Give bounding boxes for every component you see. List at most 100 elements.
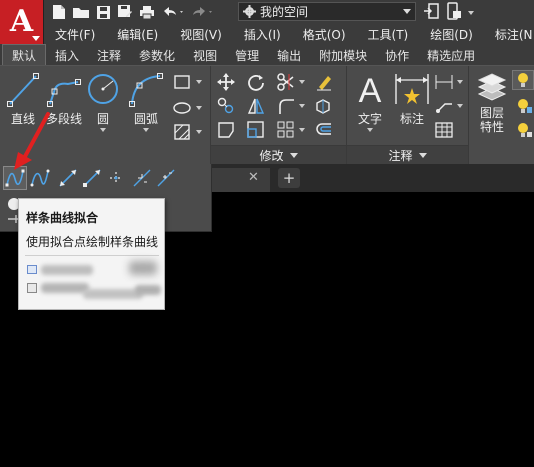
modify-panel-title[interactable]: 修改 — [211, 145, 346, 164]
chevron-down-icon[interactable] — [299, 80, 305, 84]
move-tool[interactable] — [216, 72, 236, 92]
layer-properties-button[interactable]: 图层 特性 — [474, 70, 510, 134]
redo-icon[interactable] — [190, 3, 216, 21]
chevron-down-icon — [418, 152, 427, 158]
gear-icon — [243, 5, 256, 18]
layer-freeze-toggle[interactable] — [514, 96, 534, 116]
dimension-tool-button[interactable]: 标注 — [392, 70, 432, 127]
new-file-icon[interactable] — [50, 3, 68, 21]
share-icon[interactable] — [422, 2, 440, 23]
explode-tool[interactable] — [314, 96, 334, 116]
workspace-switcher[interactable]: 我的空间 — [238, 2, 416, 21]
chevron-down-icon — [143, 128, 149, 132]
dimension-tool-label: 标注 — [399, 112, 424, 126]
ellipse-tool[interactable] — [172, 98, 192, 118]
array-icon — [277, 121, 294, 138]
chevron-down-icon[interactable] — [468, 10, 474, 15]
offset-tool[interactable] — [314, 120, 334, 140]
rotate-tool[interactable] — [246, 72, 266, 92]
ribbon-tab-bar: 默认 插入 注释 参数化 视图 管理 输出 附加模块 协作 精选应用 — [0, 44, 534, 66]
offset-icon — [316, 123, 331, 135]
divider — [25, 255, 159, 256]
array-tool[interactable] — [276, 120, 296, 140]
layer-lock-toggle[interactable] — [514, 120, 534, 140]
table-icon — [435, 122, 453, 138]
leader-icon — [436, 103, 452, 113]
erase-tool[interactable] — [314, 72, 334, 92]
tab-collaborate[interactable]: 协作 — [376, 45, 418, 65]
tab-default[interactable]: 默认 — [2, 44, 47, 65]
circle-tool-button[interactable]: 圆 — [86, 70, 120, 132]
fillet-tool[interactable] — [276, 96, 296, 116]
menu-tools[interactable]: 工具(T) — [357, 26, 420, 43]
open-folder-icon[interactable] — [72, 3, 90, 21]
menu-edit[interactable]: 编辑(E) — [106, 26, 169, 43]
explode-icon — [316, 99, 330, 114]
close-icon[interactable]: ✕ — [248, 170, 259, 185]
construction-line-tool[interactable] — [58, 168, 78, 188]
menu-file[interactable]: 文件(F) — [44, 26, 106, 43]
trim-tool[interactable] — [276, 72, 296, 92]
linear-dimension-icon — [435, 75, 453, 89]
text-tool-button[interactable]: A 文字 — [352, 70, 388, 132]
table-tool[interactable] — [434, 120, 454, 140]
scale-icon — [247, 121, 264, 138]
chevron-down-icon[interactable] — [196, 106, 202, 110]
multiple-points-tool[interactable] — [106, 168, 126, 188]
annotation-panel-title[interactable]: 注释 — [347, 145, 468, 164]
menu-bar: 文件(F) 编辑(E) 视图(V) 插入(I) 格式(O) 工具(T) 绘图(D… — [44, 24, 534, 44]
chevron-down-icon[interactable] — [457, 104, 463, 108]
save-icon[interactable] — [94, 3, 112, 21]
print-icon[interactable] — [138, 3, 156, 21]
menu-insert[interactable]: 插入(I) — [233, 26, 292, 43]
text-tool-label: 文字 — [357, 112, 382, 126]
mobile-app-icon[interactable] — [446, 2, 462, 23]
tab-annotate[interactable]: 注释 — [88, 45, 130, 65]
menu-view[interactable]: 视图(V) — [169, 26, 233, 43]
ray-tool[interactable] — [82, 168, 102, 188]
dimension-icon — [395, 74, 429, 104]
chevron-down-icon[interactable] — [457, 80, 463, 84]
tooltip-description: 使用拟合点绘制样条曲线 — [26, 235, 159, 249]
annotation-panel-label: 注释 — [388, 148, 413, 163]
fillet-icon — [279, 99, 294, 114]
chevron-down-icon[interactable] — [299, 128, 305, 132]
drawing-tab[interactable] — [212, 168, 270, 192]
save-as-icon[interactable] — [116, 3, 134, 21]
lightbulb-icon — [518, 73, 528, 87]
menu-dimension[interactable]: 标注(N — [484, 26, 534, 43]
tab-insert[interactable]: 插入 — [46, 45, 88, 65]
linear-dimension-tool[interactable] — [434, 72, 454, 92]
chevron-down-icon[interactable] — [196, 130, 202, 134]
undo-icon[interactable] — [160, 3, 186, 21]
arc-tool-button[interactable]: 圆弧 — [126, 70, 166, 132]
leader-tool[interactable] — [434, 96, 454, 116]
stretch-tool[interactable] — [216, 120, 236, 140]
rectangle-tool[interactable] — [172, 72, 192, 92]
scale-tool[interactable] — [246, 120, 266, 140]
hatch-tool[interactable] — [172, 122, 192, 142]
menu-format[interactable]: 格式(O) — [292, 26, 357, 43]
divide-tool[interactable] — [132, 168, 152, 188]
menu-draw[interactable]: 绘图(D) — [419, 26, 484, 43]
tab-view[interactable]: 视图 — [184, 45, 226, 65]
copy-tool[interactable] — [216, 96, 236, 116]
chevron-down-icon[interactable] — [196, 80, 202, 84]
layers-icon — [477, 73, 507, 101]
mirror-tool[interactable] — [246, 96, 266, 116]
tab-featured-apps[interactable]: 精选应用 — [418, 45, 484, 65]
tab-addins[interactable]: 附加模块 — [310, 45, 376, 65]
measure-tool[interactable] — [156, 168, 176, 188]
rotate-icon — [248, 75, 264, 91]
ellipse-icon — [173, 102, 191, 114]
tab-manage[interactable]: 管理 — [226, 45, 268, 65]
application-menu-button[interactable]: A — [0, 0, 44, 44]
layer-on-toggle[interactable] — [512, 70, 534, 90]
new-tab-plus-icon[interactable]: + — [278, 168, 300, 188]
copy-icon — [217, 97, 234, 114]
rectangle-icon — [174, 75, 190, 89]
chevron-down-icon — [100, 128, 106, 132]
tab-output[interactable]: 输出 — [268, 45, 310, 65]
tab-parametric[interactable]: 参数化 — [130, 45, 184, 65]
chevron-down-icon[interactable] — [299, 104, 305, 108]
